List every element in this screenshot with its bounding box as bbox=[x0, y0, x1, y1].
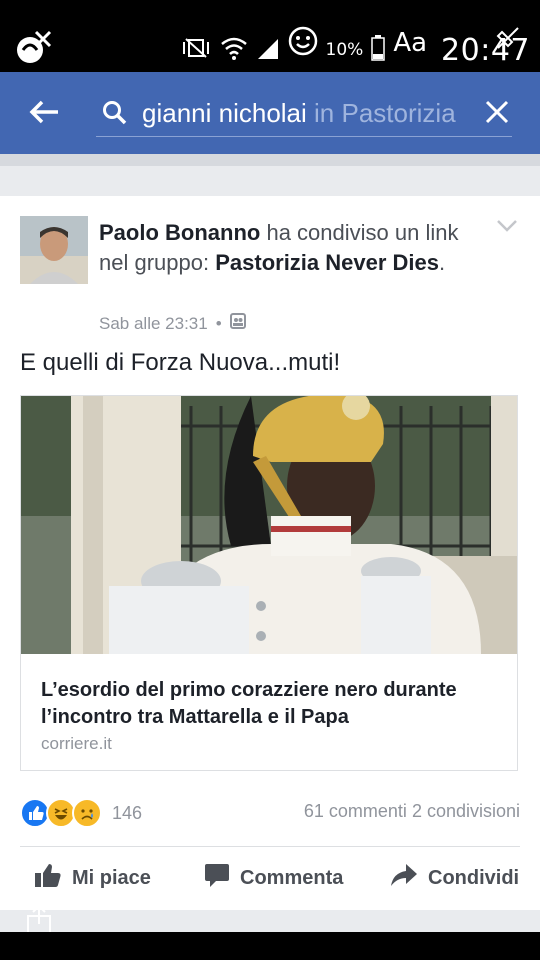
search-header: gianni nicholai in Pastorizia bbox=[0, 72, 540, 154]
system-nav-bar bbox=[0, 932, 540, 960]
engagement-counts: 61 commenti 2 condivisioni bbox=[304, 801, 520, 822]
thumbs-up-icon bbox=[34, 862, 62, 894]
avatar[interactable] bbox=[20, 216, 88, 284]
share-arrow-icon bbox=[390, 863, 418, 893]
missed-call-icon bbox=[14, 28, 54, 68]
link-preview-domain: corriere.it bbox=[41, 734, 112, 753]
signal-icon bbox=[256, 35, 280, 66]
font-toggle: Aa bbox=[393, 28, 428, 58]
clear-icon[interactable] bbox=[484, 99, 510, 125]
meta-separator: • bbox=[215, 313, 222, 333]
share-count[interactable]: 2 condivisioni bbox=[412, 801, 520, 821]
back-arrow-icon[interactable] bbox=[26, 94, 66, 130]
like-button[interactable]: Mi piace bbox=[34, 858, 151, 898]
post-actions: Mi piace Commenta Condividi bbox=[0, 858, 540, 900]
link-preview-card[interactable]: L’esordio del primo corazziere nero dura… bbox=[20, 395, 518, 771]
link-preview-title[interactable]: L’esordio del primo corazziere nero dura… bbox=[41, 677, 501, 731]
post-meta: Sab alle 23:31 • bbox=[99, 313, 246, 334]
group-audience-icon bbox=[229, 313, 246, 334]
comment-button[interactable]: Commenta bbox=[204, 858, 343, 898]
search-icon bbox=[102, 100, 128, 126]
search-input[interactable]: gianni nicholai in Pastorizia bbox=[96, 90, 512, 137]
share-label: Condividi bbox=[428, 866, 520, 889]
vibrate-icon bbox=[180, 37, 212, 64]
sad-reaction-icon bbox=[72, 798, 102, 828]
reaction-count: 146 bbox=[112, 802, 143, 823]
chevron-down-icon[interactable] bbox=[496, 218, 518, 234]
author-name[interactable]: Paolo Bonanno bbox=[99, 220, 260, 245]
comment-count[interactable]: 61 commenti bbox=[304, 801, 407, 821]
battery-icon bbox=[371, 34, 386, 66]
divider bbox=[0, 154, 540, 166]
group-name[interactable]: Pastorizia Never Dies bbox=[215, 250, 439, 275]
like-label: Mi piace bbox=[72, 866, 151, 889]
smiley-icon bbox=[288, 26, 318, 61]
actions-divider bbox=[20, 846, 520, 847]
feed-post: Paolo Bonanno ha condiviso un link nel g… bbox=[0, 196, 540, 910]
reactions-summary[interactable]: 146 bbox=[20, 798, 142, 828]
link-preview-image[interactable] bbox=[21, 396, 517, 654]
comment-icon bbox=[204, 862, 230, 894]
comment-label: Commenta bbox=[240, 866, 344, 889]
post-timestamp[interactable]: Sab alle 23:31 bbox=[99, 314, 208, 334]
status-bar: 10% Aa 20:47 bbox=[0, 0, 540, 72]
mute-icon bbox=[494, 24, 522, 57]
post-header: Paolo Bonanno ha condiviso un link nel g… bbox=[99, 220, 459, 275]
post-body-text: E quelli di Forza Nuova...muti! bbox=[20, 349, 341, 376]
search-query-text: gianni nicholai bbox=[142, 98, 307, 128]
feed-bottom-gap bbox=[0, 910, 540, 932]
wifi-icon bbox=[220, 35, 248, 66]
battery-percent: 10% bbox=[325, 40, 364, 60]
share-button[interactable]: Condividi bbox=[390, 858, 519, 898]
search-scope-text: in Pastorizia bbox=[314, 98, 456, 128]
